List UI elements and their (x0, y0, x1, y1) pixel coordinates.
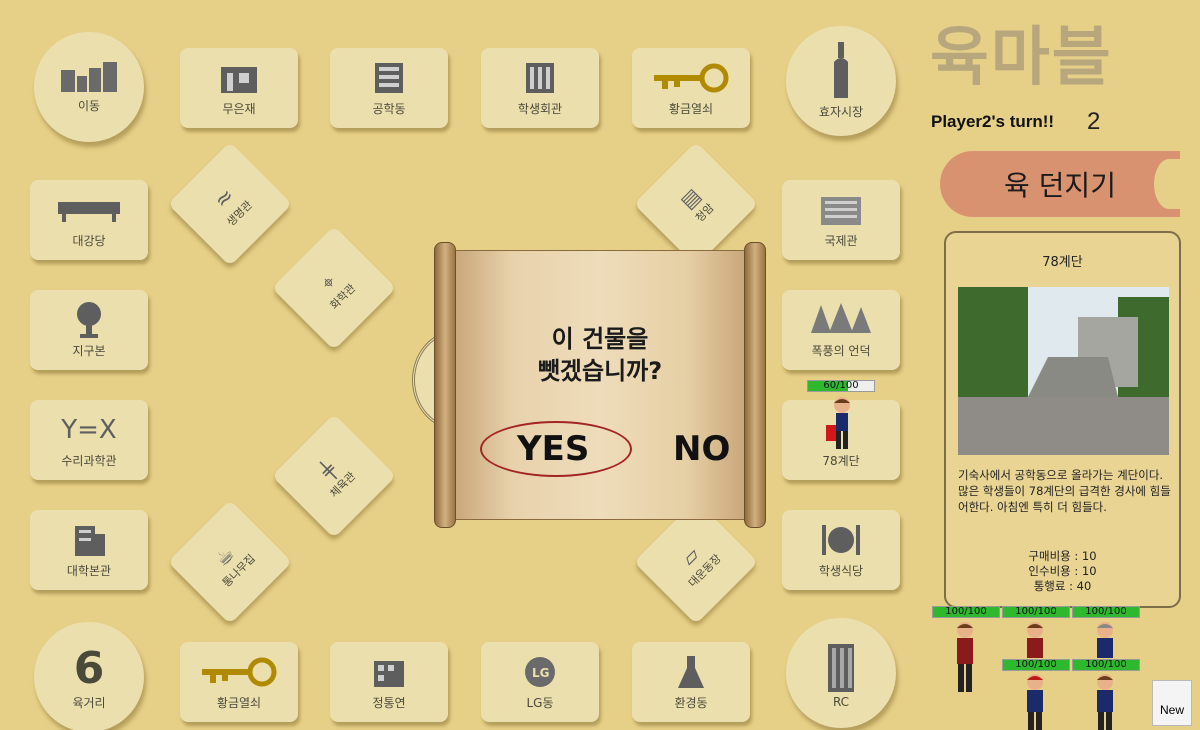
roll-label: 육 던지기 (1004, 169, 1116, 202)
corner-market: 효자시장 (786, 26, 896, 136)
corner-label: 효자시장 (818, 105, 864, 119)
game-title: 육마블 (930, 21, 1113, 95)
tile-label: 대학본관 (66, 563, 112, 578)
corner-rc: RC (786, 618, 896, 728)
board-player-figure (822, 395, 858, 461)
tile-label: 정통연 (372, 695, 406, 710)
dialog-question: 이 건물을 뺏겠습니까? (537, 325, 663, 385)
tile-label: 대강당 (72, 233, 106, 248)
building-info-card: 78계단 기숙사에서 공학동으로 올라가는 계단이다. 많은 학생들이 78계단… (944, 231, 1181, 608)
player1-avatar (950, 620, 980, 698)
scroll-roll-left (434, 242, 456, 528)
yes-button[interactable]: YES (517, 429, 589, 469)
tile-right-0[interactable]: 국제관 (782, 180, 900, 260)
tile-diag-chem[interactable]: ⌖ 화학관 (271, 225, 397, 351)
roll-dice-button[interactable]: 육 던지기 (940, 151, 1184, 217)
key-icon (652, 60, 730, 96)
trees-icon (811, 302, 871, 338)
svg-text:LG: LG (532, 666, 550, 680)
tile-label: 황금열쇠 (216, 695, 262, 710)
new-game-button[interactable]: New (1152, 680, 1192, 726)
building-photo (958, 287, 1169, 455)
tile-top-2[interactable]: 학생회관 (481, 48, 599, 128)
corner-six: 6 육거리 (34, 622, 144, 730)
tower-icon (826, 638, 856, 695)
building-icon (71, 522, 107, 558)
tile-label: 무은재 (222, 101, 256, 116)
building-icon (217, 60, 261, 96)
player3-hp-bar: 100/100 (1072, 606, 1140, 618)
corner-label: 이동 (77, 99, 101, 113)
dining-icon (818, 522, 864, 558)
building-icon (369, 60, 409, 96)
equation-icon: Y=X (61, 414, 117, 445)
info-stats: 구매비용 : 10 인수비용 : 10 통행료 : 40 (1028, 549, 1097, 593)
building-icon (370, 654, 408, 690)
tile-diag-bio[interactable]: ≈ 생명관 (167, 141, 293, 267)
key-icon (200, 654, 278, 690)
corner-number: 6 (73, 643, 105, 694)
info-title: 78계단 (1042, 255, 1083, 270)
no-button[interactable]: NO (673, 429, 730, 469)
buy-dialog: 이 건물을 뺏겠습니까? YES NO (432, 238, 768, 532)
bottle-icon (831, 42, 851, 103)
tile-label: 공학동 (372, 101, 406, 116)
info-description: 기숙사에서 공학동으로 올라가는 계단이다. 많은 학생들이 78계단의 급격한… (958, 468, 1171, 514)
player1-hp-bar: 100/100 (932, 606, 1000, 618)
tile-top-3[interactable]: 황금열쇠 (632, 48, 750, 128)
tile-bottom-2[interactable]: LG LG동 (481, 642, 599, 722)
player4-avatar (1020, 672, 1050, 730)
tile-left-0[interactable]: 대강당 (30, 180, 148, 260)
board-player-hp-bar: 60/100 (807, 380, 875, 392)
scroll-roll-right (744, 242, 766, 528)
scroll-paper: 이 건물을 뺏겠습니까? YES NO (454, 250, 746, 520)
building-icon (520, 60, 560, 96)
tile-label: 학생식당 (818, 563, 864, 578)
tile-right-1[interactable]: 폭풍의 언덕 (782, 290, 900, 370)
tile-top-1[interactable]: 공학동 (330, 48, 448, 128)
globe-icon (74, 301, 104, 338)
tile-left-3[interactable]: 대학본관 (30, 510, 148, 590)
player2-avatar (1020, 620, 1050, 664)
tile-label: 학생회관 (517, 101, 563, 116)
flask-icon (676, 654, 706, 690)
lg-logo-icon: LG (523, 654, 557, 690)
tile-label: 환경동 (674, 695, 708, 710)
tile-label: 국제관 (824, 233, 858, 248)
tile-bottom-3[interactable]: 환경동 (632, 642, 750, 722)
corner-label: 육거리 (72, 696, 106, 710)
tile-label: 수리과학관 (61, 453, 117, 468)
tile-diag-gym[interactable]: ╪ 체육관 (271, 413, 397, 539)
tile-label: 폭풍의 언덕 (811, 343, 871, 358)
dice-result: 2 (1087, 108, 1101, 135)
tile-diag-cabin[interactable]: ☕ 통나무집 (167, 499, 293, 625)
tile-bottom-1[interactable]: 정통연 (330, 642, 448, 722)
player2-hp-bar: 100/100 (1002, 606, 1070, 618)
corner-label: RC (832, 694, 850, 709)
building-icon (819, 192, 863, 228)
tile-label: LG동 (526, 695, 554, 710)
player5-avatar (1090, 672, 1120, 730)
tile-top-0[interactable]: 무은재 (180, 48, 298, 128)
tile-left-2[interactable]: Y=X 수리과학관 (30, 400, 148, 480)
tile-bottom-0[interactable]: 황금열쇠 (180, 642, 298, 722)
player3-avatar (1090, 620, 1120, 664)
tile-right-3[interactable]: 학생식당 (782, 510, 900, 590)
turn-label: Player2's turn!! (931, 112, 1055, 131)
tile-label: 지구본 (72, 343, 106, 358)
buildings-icon (59, 60, 119, 97)
tile-label: 황금열쇠 (668, 101, 714, 116)
corner-move: 이동 (34, 32, 144, 142)
hall-icon (58, 192, 120, 228)
tile-left-1[interactable]: 지구본 (30, 290, 148, 370)
